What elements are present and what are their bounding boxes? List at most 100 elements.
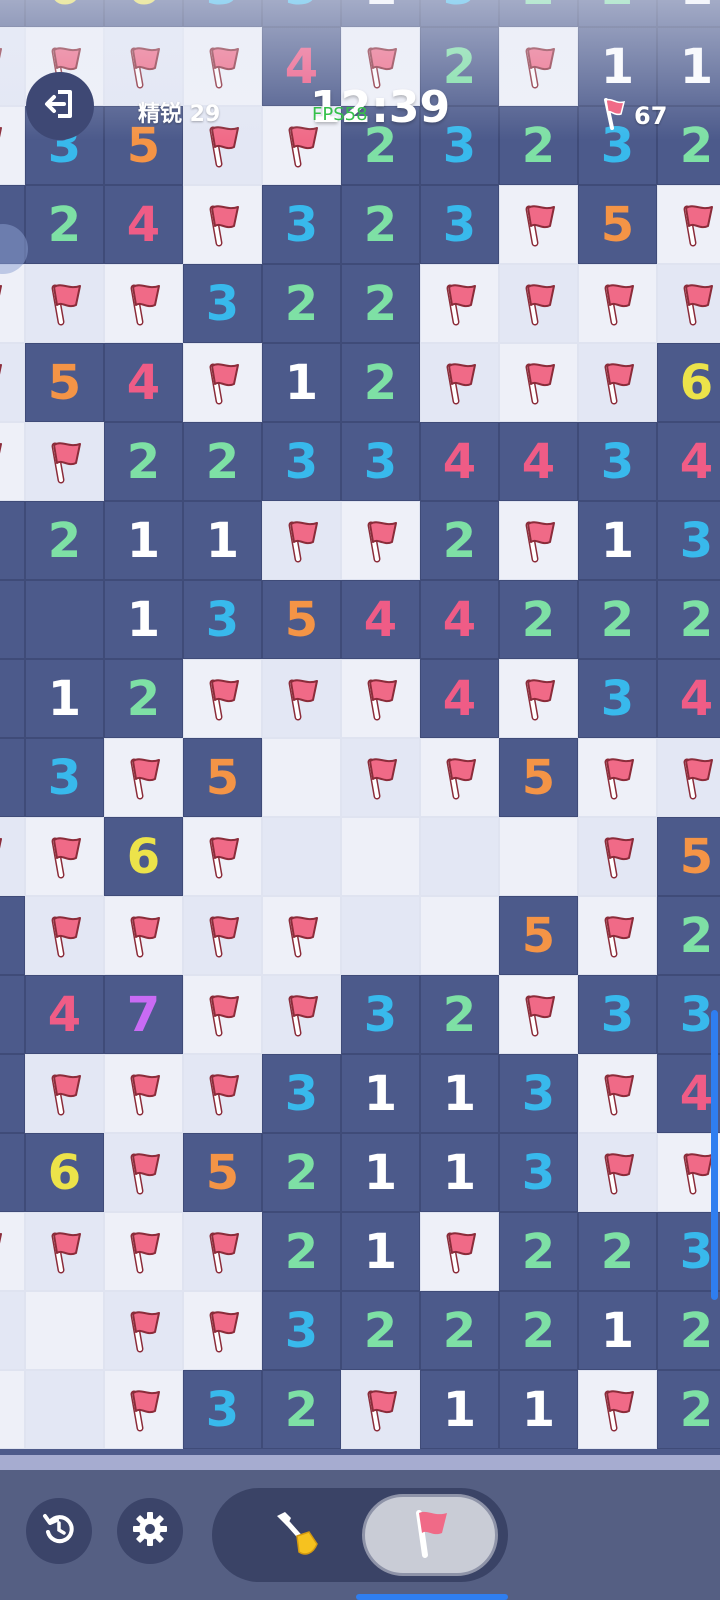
empty-cell[interactable] [0, 580, 25, 659]
number-cell[interactable]: 4 [420, 422, 499, 501]
hidden-cell[interactable] [341, 896, 420, 975]
hidden-cell[interactable] [499, 817, 578, 896]
number-cell[interactable]: 2 [420, 1291, 499, 1370]
number-cell[interactable]: 2 [341, 1291, 420, 1370]
flagged-cell[interactable] [183, 1291, 262, 1370]
number-cell[interactable]: 2 [25, 185, 104, 264]
number-cell[interactable]: 3 [25, 738, 104, 817]
number-cell[interactable]: 2 [657, 1291, 720, 1370]
number-cell[interactable]: 6 [657, 343, 720, 422]
flagged-cell[interactable] [104, 1212, 183, 1291]
number-cell[interactable]: 2 [499, 106, 578, 185]
hidden-cell[interactable] [25, 1370, 104, 1449]
number-cell[interactable]: 1 [341, 1133, 420, 1212]
number-cell[interactable]: 4 [104, 343, 183, 422]
number-cell[interactable]: 3 [262, 0, 341, 27]
number-cell[interactable]: 6 [25, 1133, 104, 1212]
number-cell[interactable]: 2 [499, 1212, 578, 1291]
number-cell[interactable]: 5 [183, 738, 262, 817]
number-cell[interactable]: 3 [183, 264, 262, 343]
flagged-cell[interactable] [104, 1054, 183, 1133]
flagged-cell[interactable] [0, 343, 25, 422]
flagged-cell[interactable] [262, 501, 341, 580]
number-cell[interactable]: 1 [183, 501, 262, 580]
number-cell[interactable]: 4 [420, 659, 499, 738]
number-cell[interactable]: 3 [657, 501, 720, 580]
number-cell[interactable]: 2 [341, 264, 420, 343]
flagged-cell[interactable] [657, 738, 720, 817]
exit-button[interactable] [26, 72, 94, 140]
number-cell[interactable]: 2 [499, 1291, 578, 1370]
number-cell[interactable]: 1 [657, 0, 720, 27]
number-cell[interactable]: 1 [104, 501, 183, 580]
flagged-cell[interactable] [578, 264, 657, 343]
flagged-cell[interactable] [0, 27, 25, 106]
number-cell[interactable]: 3 [420, 0, 499, 27]
number-cell[interactable]: 3 [578, 659, 657, 738]
flagged-cell[interactable] [499, 27, 578, 106]
number-cell[interactable]: 5 [499, 738, 578, 817]
flagged-cell[interactable] [0, 817, 25, 896]
hidden-cell[interactable] [420, 896, 499, 975]
flagged-cell[interactable] [104, 264, 183, 343]
empty-cell[interactable] [25, 580, 104, 659]
scrollbar-thumb[interactable] [711, 1010, 718, 1300]
number-cell[interactable]: 2 [420, 501, 499, 580]
flagged-cell[interactable] [499, 343, 578, 422]
number-cell[interactable]: 2 [0, 1133, 25, 1212]
number-cell[interactable]: 3 [183, 0, 262, 27]
number-cell[interactable]: 1 [104, 580, 183, 659]
number-cell[interactable]: 4 [657, 422, 720, 501]
number-cell[interactable]: 3 [341, 975, 420, 1054]
number-cell[interactable]: 2 [657, 580, 720, 659]
flagged-cell[interactable] [262, 659, 341, 738]
number-cell[interactable]: 2 [499, 0, 578, 27]
number-cell[interactable]: 1 [578, 27, 657, 106]
number-cell[interactable]: 5 [578, 185, 657, 264]
number-cell[interactable]: 3 [262, 1054, 341, 1133]
flagged-cell[interactable] [25, 264, 104, 343]
flagged-cell[interactable] [341, 659, 420, 738]
flagged-cell[interactable] [183, 817, 262, 896]
flagged-cell[interactable] [578, 1054, 657, 1133]
number-cell[interactable]: 5 [262, 580, 341, 659]
flagged-cell[interactable] [183, 1212, 262, 1291]
number-cell[interactable]: 2 [578, 1212, 657, 1291]
flag-mode-button[interactable] [362, 1494, 498, 1576]
number-cell[interactable]: 2 [420, 975, 499, 1054]
flagged-cell[interactable] [104, 1133, 183, 1212]
hidden-cell[interactable] [341, 817, 420, 896]
number-cell[interactable]: 5 [25, 343, 104, 422]
number-cell[interactable]: 3 [578, 975, 657, 1054]
flagged-cell[interactable] [183, 975, 262, 1054]
flagged-cell[interactable] [183, 343, 262, 422]
number-cell[interactable]: 5 [657, 817, 720, 896]
flagged-cell[interactable] [183, 896, 262, 975]
flagged-cell[interactable] [104, 738, 183, 817]
number-cell[interactable]: 6 [25, 0, 104, 27]
number-cell[interactable]: 2 [499, 580, 578, 659]
number-cell[interactable]: 4 [25, 975, 104, 1054]
flagged-cell[interactable] [420, 1212, 499, 1291]
number-cell[interactable]: 1 [578, 501, 657, 580]
number-cell[interactable]: 4 [341, 580, 420, 659]
number-cell[interactable]: 1 [0, 501, 25, 580]
flagged-cell[interactable] [499, 659, 578, 738]
number-cell[interactable]: 1 [262, 343, 341, 422]
flagged-cell[interactable] [104, 1291, 183, 1370]
flagged-cell[interactable] [104, 1370, 183, 1449]
number-cell[interactable]: 2 [341, 185, 420, 264]
number-cell[interactable]: 1 [0, 1054, 25, 1133]
flagged-cell[interactable] [25, 1054, 104, 1133]
hidden-cell[interactable] [25, 1291, 104, 1370]
number-cell[interactable]: 6 [0, 0, 25, 27]
flagged-cell[interactable] [183, 659, 262, 738]
number-cell[interactable]: 2 [578, 0, 657, 27]
flagged-cell[interactable] [499, 501, 578, 580]
flagged-cell[interactable] [183, 1054, 262, 1133]
flagged-cell[interactable] [657, 264, 720, 343]
restart-button[interactable] [26, 1498, 92, 1564]
flagged-cell[interactable] [578, 1370, 657, 1449]
number-cell[interactable]: 5 [499, 896, 578, 975]
number-cell[interactable]: 3 [262, 422, 341, 501]
